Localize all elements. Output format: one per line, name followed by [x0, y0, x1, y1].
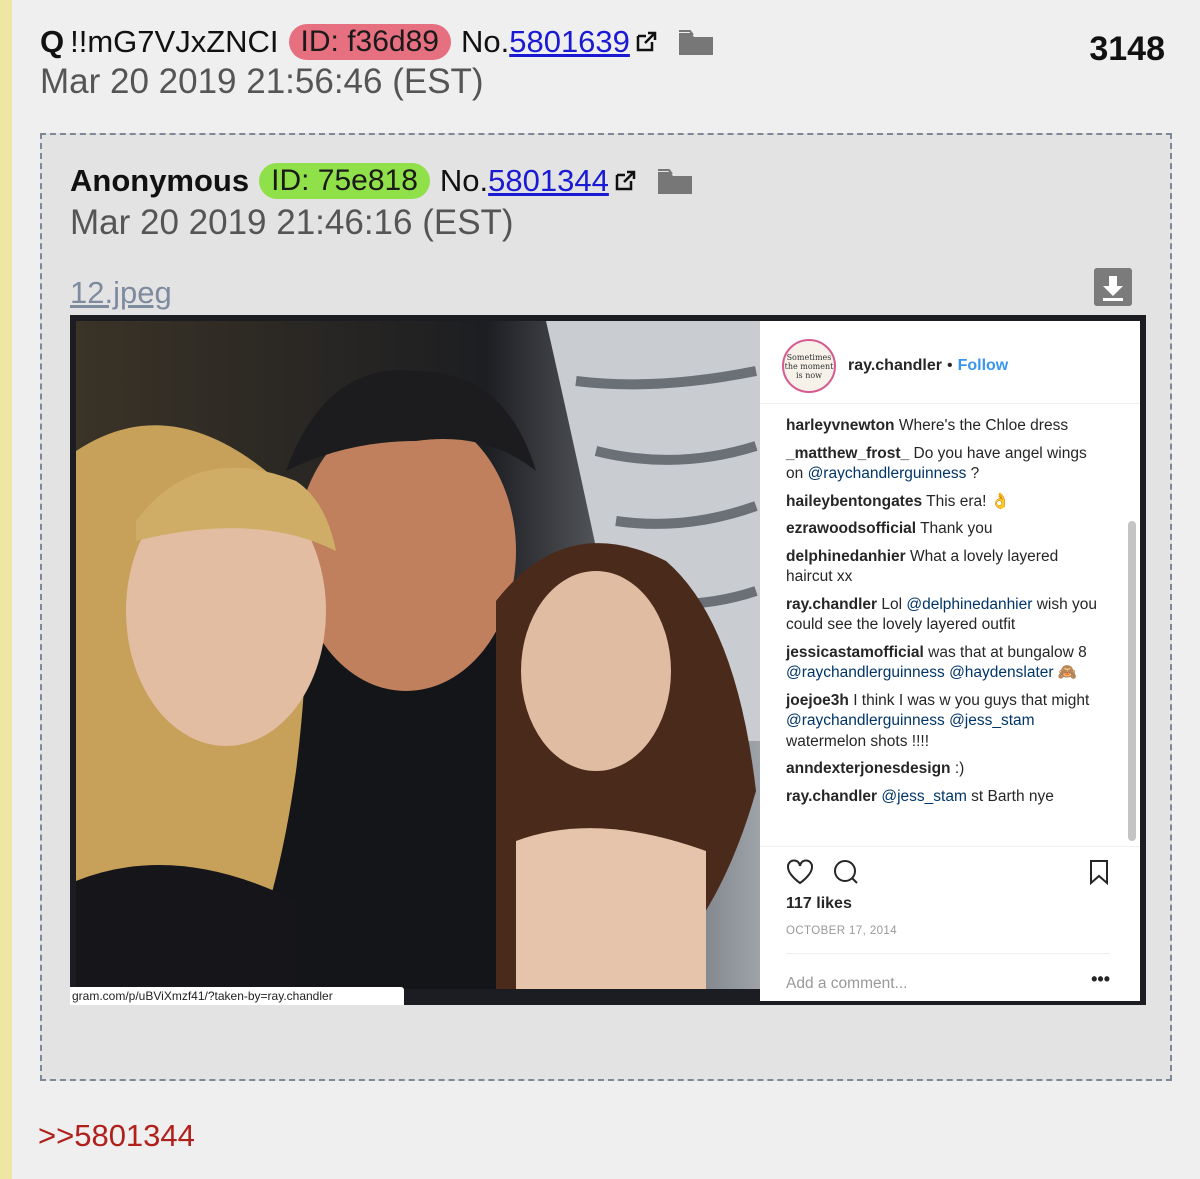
- divider: [760, 846, 1140, 847]
- comment-username: delphinedanhier: [786, 547, 906, 565]
- comment-item: joejoe3h I think I was w you guys that m…: [786, 691, 1106, 753]
- comment-username: jessicastamofficial: [786, 643, 924, 661]
- instagram-panel: Sometimes the moment is now ray.chandler…: [760, 321, 1140, 1001]
- post-number-link[interactable]: 5801639: [509, 24, 630, 60]
- reply-backlink[interactable]: >>5801344: [38, 1118, 195, 1154]
- download-icon[interactable]: [1094, 268, 1132, 306]
- quoted-date: Mar 20 2019 21:46:16 (EST): [70, 203, 514, 242]
- likes-count: 117 likes: [786, 895, 852, 912]
- comment-username: ray.chandler: [786, 787, 878, 805]
- comment-username: ezrawoodsofficial: [786, 520, 917, 537]
- quoted-post: Anonymous ID: 75e818 No. 5801344 Mar 20 2…: [40, 133, 1172, 1081]
- comment-mention: @delphinedanhier: [906, 595, 1033, 613]
- comment-text-tail: 🙈: [1053, 664, 1078, 681]
- photo-image: [76, 321, 760, 989]
- comment-item: anndexterjonesdesign :): [786, 759, 1106, 780]
- separator-dot: •: [946, 357, 953, 374]
- external-link-icon[interactable]: [613, 169, 637, 193]
- quoted-poster-name: Anonymous: [70, 163, 250, 198]
- instagram-date: OCTOBER 17, 2014: [786, 925, 898, 937]
- action-icons: [786, 859, 860, 885]
- comment-item: ezrawoodsofficial Thank you: [786, 519, 1106, 540]
- comment-icon: [834, 860, 858, 884]
- quoted-no-prefix: No.: [439, 163, 489, 198]
- comment-mention: @raychandlerguinness @jess_stam: [786, 712, 1035, 729]
- comment-mention: @raychandlerguinness: [807, 465, 967, 482]
- avatar: Sometimes the moment is now: [782, 339, 836, 393]
- poster-tripcode: !!mG7VJxZNCI: [70, 24, 279, 59]
- comment-text: Lol: [877, 595, 907, 613]
- post-accent-bar: [0, 0, 12, 1179]
- comment-item: haileybentongates This era! 👌: [786, 492, 1106, 513]
- post-count: 3148: [1089, 30, 1165, 68]
- comment-text: Where's the Chloe dress: [894, 417, 1069, 434]
- comment-text: This era! 👌: [922, 492, 1011, 510]
- follow-button: Follow: [957, 357, 1009, 374]
- poster-name: Q: [40, 24, 65, 59]
- attached-image[interactable]: gram.com/p/uBViXmzf41/?taken-by=ray.chan…: [70, 315, 1146, 1005]
- quoted-header: Anonymous ID: 75e818 No. 5801344: [70, 163, 693, 199]
- heart-icon: [787, 859, 813, 885]
- external-link-icon[interactable]: [634, 30, 658, 54]
- post-date: Mar 20 2019 21:56:46 (EST): [40, 62, 484, 101]
- comment-text-tail: ?: [966, 465, 980, 482]
- folder-icon[interactable]: [678, 28, 714, 56]
- bookmark-icon: [1090, 860, 1108, 885]
- comment-item: jessicastamofficial was that at bungalow…: [786, 643, 1106, 684]
- comment-item: ray.chandler @jess_stam st Barth nye: [786, 787, 1106, 808]
- comment-username: _matthew_frost_: [786, 444, 910, 462]
- quoted-id-badge[interactable]: ID: 75e818: [259, 163, 430, 199]
- post-no-prefix: No.: [460, 24, 510, 59]
- comment-list: harleyvnewton Where's the Chloe dress _ma…: [786, 416, 1106, 814]
- divider: [786, 953, 1110, 954]
- comment-text: Thank you: [916, 520, 993, 537]
- image-url-caption: gram.com/p/uBViXmzf41/?taken-by=ray.chan…: [70, 987, 404, 1005]
- comment-text-tail: st Barth nye: [966, 787, 1054, 805]
- more-options-icon: •••: [1091, 969, 1110, 989]
- folder-icon[interactable]: [657, 167, 693, 195]
- instagram-header: Sometimes the moment is now ray.chandler…: [782, 339, 1008, 393]
- comment-mention: @raychandlerguinness @haydenslater: [786, 664, 1054, 681]
- comment-item: ray.chandler Lol @delphinedanhier wish y…: [786, 595, 1106, 636]
- comment-text-tail: watermelon shots !!!!: [786, 732, 930, 750]
- add-comment-field: Add a comment...: [786, 975, 908, 992]
- poster-id-badge[interactable]: ID: f36d89: [288, 24, 451, 60]
- post: Q !!mG7VJxZNCI ID: f36d89 No. 5801639 Mar…: [12, 0, 1200, 1179]
- instagram-username: ray.chandler: [848, 357, 942, 374]
- divider: [760, 403, 1140, 404]
- post-header: Q !!mG7VJxZNCI ID: f36d89 No. 5801639: [40, 24, 714, 60]
- comment-item: harleyvnewton Where's the Chloe dress: [786, 416, 1106, 437]
- comment-item: _matthew_frost_ Do you have angel wings …: [786, 444, 1106, 485]
- comment-username: harleyvnewton: [786, 417, 895, 434]
- image-filename-link[interactable]: 12.jpeg: [70, 275, 172, 311]
- comment-text: :): [950, 760, 965, 777]
- quoted-number-link[interactable]: 5801344: [488, 163, 609, 199]
- comment-mention: @jess_stam: [881, 787, 967, 805]
- comment-username: anndexterjonesdesign: [786, 760, 951, 777]
- comment-scrollbar: [1128, 521, 1136, 841]
- comment-username: joejoe3h: [786, 691, 849, 709]
- comment-username: haileybentongates: [786, 492, 923, 510]
- comment-item: delphinedanhier What a lovely layered ha…: [786, 547, 1106, 588]
- comment-username: ray.chandler: [786, 595, 878, 613]
- comment-text: was that at bungalow 8: [923, 643, 1087, 661]
- comment-text: I think I was w you guys that might: [848, 691, 1090, 709]
